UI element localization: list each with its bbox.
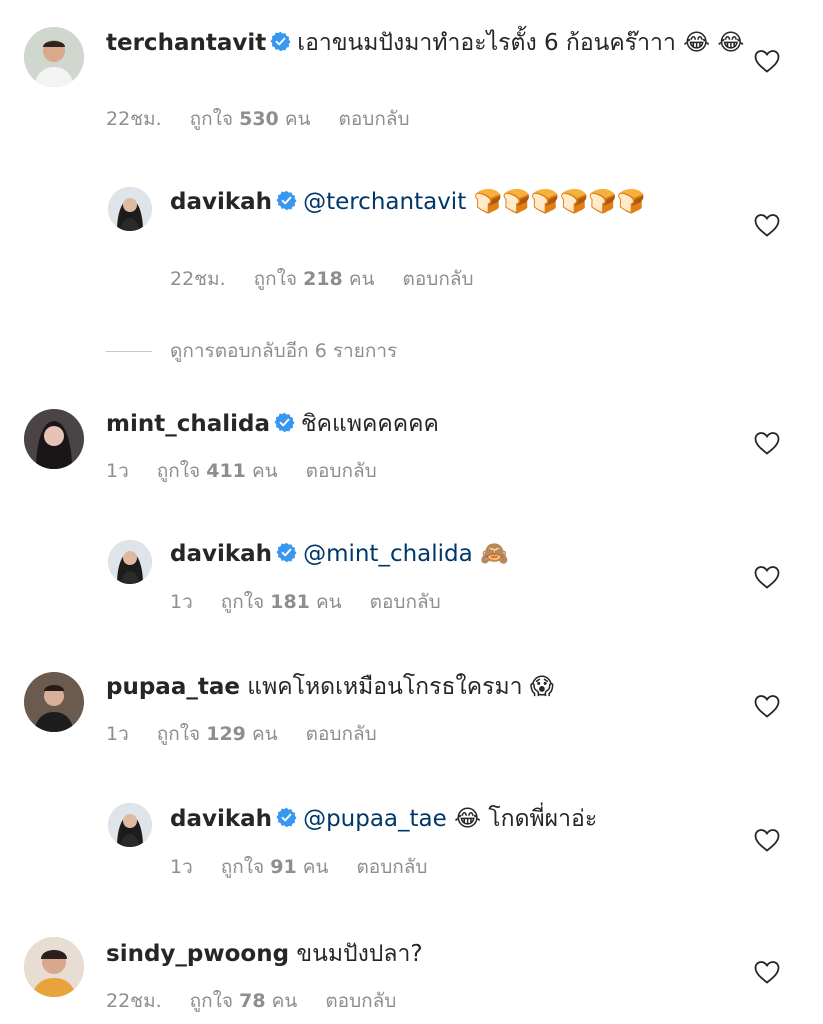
likes-count[interactable]: ถูกใจ 530 คน [190,108,311,130]
likes-count[interactable]: ถูกใจ 411 คน [157,460,278,482]
avatar[interactable] [24,937,84,997]
verified-badge-icon [270,31,291,52]
username[interactable]: sindy_pwoong [106,941,289,967]
heart-icon[interactable] [754,694,780,718]
comment-text: 🍞🍞🍞🍞🍞🍞 [466,189,646,215]
verified-badge-icon [276,807,297,828]
divider [106,350,152,352]
avatar[interactable] [108,187,152,231]
heart-icon[interactable] [754,49,780,73]
mention-link[interactable]: @terchantavit [303,189,466,215]
view-more-replies-label: ดูการตอบกลับอีก 6 รายการ [170,340,398,362]
reply-button[interactable]: ตอบกลับ [306,460,377,482]
comment-text: ชิคแพคคคคค [301,411,439,437]
comment-meta: 22ชม. ถูกใจ 78 คน ตอบกลับ [106,986,424,1016]
comment-body: mint_chalida ชิคแพคคคคค [106,408,746,440]
heart-icon[interactable] [754,828,780,852]
heart-icon[interactable] [754,213,780,237]
likes-count[interactable]: ถูกใจ 181 คน [221,591,342,613]
comment-time: 1ว [170,591,193,613]
avatar[interactable] [24,672,84,732]
comment-body: pupaa_tae แพคโหดเหมือนโกรธใครมา 😱 [106,671,746,703]
comment-time: 22ชม. [106,990,162,1012]
comment-time: 22ชม. [106,108,162,130]
comment-meta: 1ว ถูกใจ 91 คน ตอบกลับ [170,852,455,882]
avatar[interactable] [108,803,152,847]
comment-time: 1ว [106,723,129,745]
comment-meta: 1ว ถูกใจ 181 คน ตอบกลับ [170,587,469,617]
comment-text: 😂 โกดพี่ผาอ่ะ [446,806,598,832]
mention-link[interactable]: @mint_chalida [303,541,473,567]
avatar[interactable] [24,409,84,469]
username[interactable]: pupaa_tae [106,674,240,700]
likes-count[interactable]: ถูกใจ 91 คน [221,856,329,878]
heart-icon[interactable] [754,431,780,455]
verified-badge-icon [274,412,295,433]
reply-button[interactable]: ตอบกลับ [325,990,396,1012]
view-more-replies-button[interactable]: ดูการตอบกลับอีก 6 รายการ [106,336,397,366]
comment-time: 1ว [106,460,129,482]
comment-body: davikah @pupaa_tae 😂 โกดพี่ผาอ่ะ [170,803,730,835]
comment-meta: 1ว ถูกใจ 129 คน ตอบกลับ [106,719,405,749]
heart-icon[interactable] [754,960,780,984]
comment-body: davikah @mint_chalida 🙈 [170,538,730,570]
comment-meta: 22ชม. ถูกใจ 530 คน ตอบกลับ [106,104,438,134]
comment-text: 🙈 [472,541,509,567]
comment-time: 1ว [170,856,193,878]
comment-body: terchantavit เอาขนมปังมาทำอะไรตั้ง 6 ก้อน… [106,27,746,59]
comment-body: sindy_pwoong ขนมปังปลา? [106,938,746,970]
mention-link[interactable]: @pupaa_tae [303,806,447,832]
verified-badge-icon [276,542,297,563]
verified-badge-icon [276,190,297,211]
username[interactable]: terchantavit [106,30,266,56]
comment-meta: 1ว ถูกใจ 411 คน ตอบกลับ [106,456,405,486]
username[interactable]: davikah [170,806,272,832]
avatar[interactable] [108,540,152,584]
comment-text: เอาขนมปังมาทำอะไรตั้ง 6 ก้อนคร๊าาา 😂 😂 [297,30,745,56]
reply-button[interactable]: ตอบกลับ [370,591,441,613]
username[interactable]: mint_chalida [106,411,270,437]
likes-count[interactable]: ถูกใจ 218 คน [254,268,375,290]
avatar[interactable] [24,27,84,87]
likes-count[interactable]: ถูกใจ 129 คน [157,723,278,745]
comment-time: 22ชม. [170,268,226,290]
reply-button[interactable]: ตอบกลับ [356,856,427,878]
username[interactable]: davikah [170,541,272,567]
username[interactable]: davikah [170,189,272,215]
reply-button[interactable]: ตอบกลับ [339,108,410,130]
comment-body: davikah @terchantavit 🍞🍞🍞🍞🍞🍞 [170,186,730,218]
comment-text: ขนมปังปลา? [296,941,423,967]
heart-icon[interactable] [754,565,780,589]
reply-button[interactable]: ตอบกลับ [306,723,377,745]
likes-count[interactable]: ถูกใจ 78 คน [190,990,298,1012]
reply-button[interactable]: ตอบกลับ [403,268,474,290]
comment-meta: 22ชม. ถูกใจ 218 คน ตอบกลับ [170,264,502,294]
comment-text: แพคโหดเหมือนโกรธใครมา 😱 [247,674,554,700]
